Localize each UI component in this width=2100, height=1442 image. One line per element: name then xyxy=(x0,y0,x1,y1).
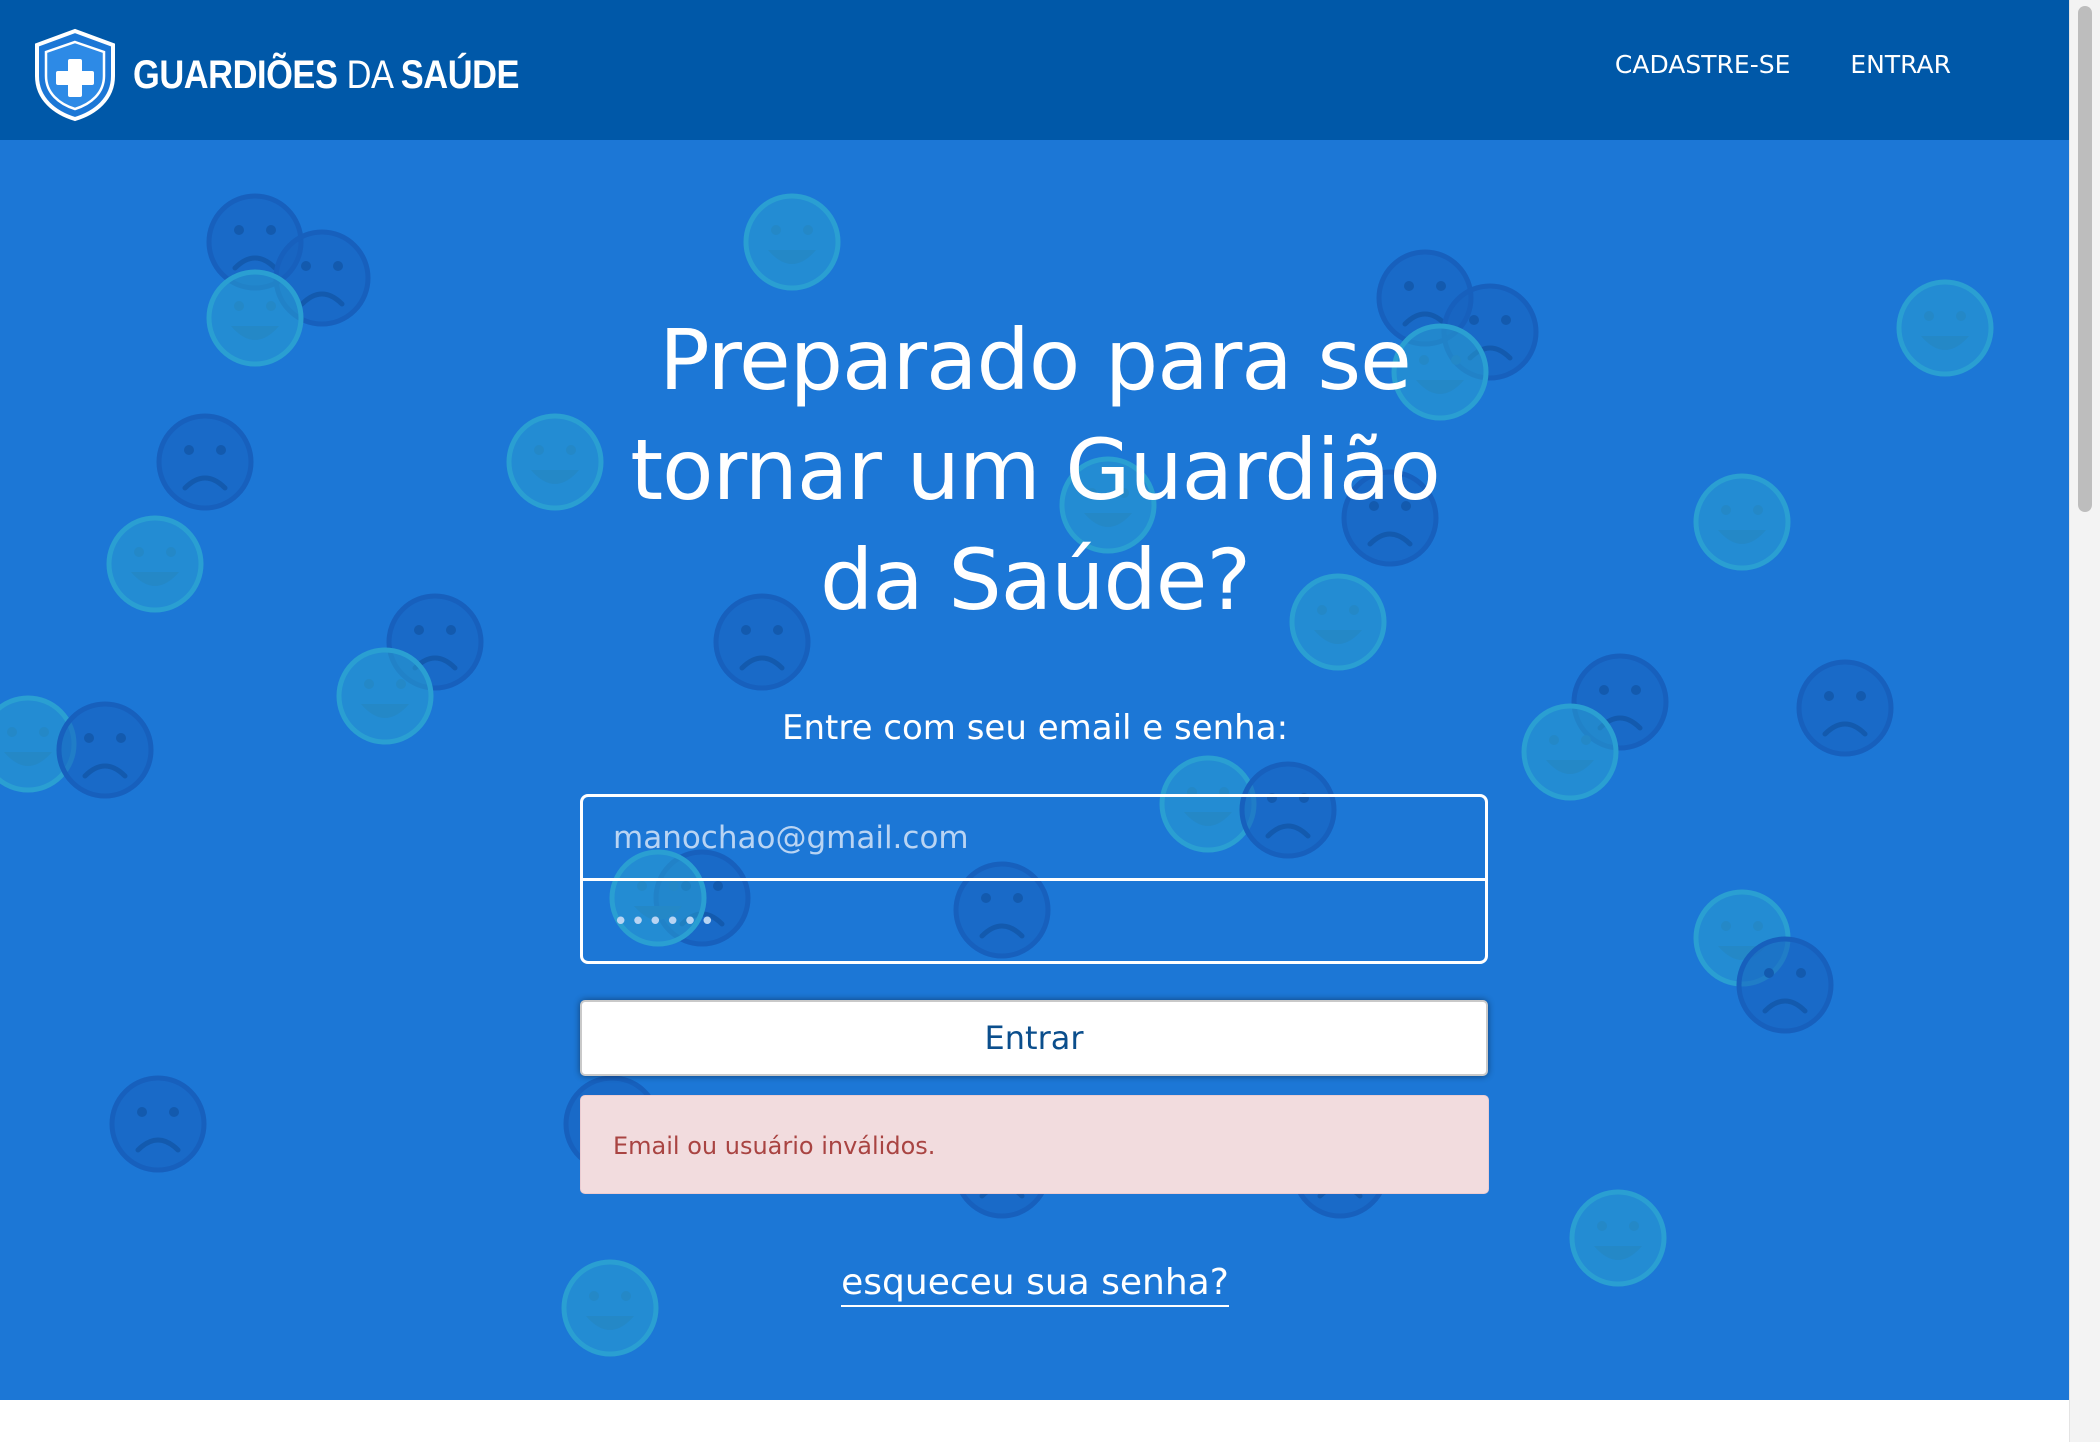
forgot-password-link[interactable]: esqueceu sua senha? xyxy=(841,1262,1229,1307)
navbar: GUARDIÕES DA SAÚDE CADASTRE-SE ENTRAR xyxy=(0,0,2069,140)
forgot-password: esqueceu sua senha? xyxy=(600,1262,1470,1307)
hero-section: Preparado para se tornar um Guardião da … xyxy=(0,140,2069,1400)
brand-logo[interactable]: GUARDIÕES DA SAÚDE xyxy=(31,28,582,122)
main-nav: CADASTRE-SE ENTRAR xyxy=(1555,50,1951,79)
login-panel: Preparado para se tornar um Guardião da … xyxy=(0,140,2069,1400)
error-message: Email ou usuário inválidos. xyxy=(613,1132,936,1160)
credentials-box xyxy=(580,794,1488,964)
login-instructions: Entre com seu email e senha: xyxy=(781,708,1289,748)
shield-plus-icon xyxy=(35,28,115,122)
email-field[interactable] xyxy=(583,797,1485,881)
scrollbar-thumb[interactable] xyxy=(2078,6,2092,512)
password-field[interactable] xyxy=(583,881,1485,961)
brand-name: GUARDIÕES DA SAÚDE xyxy=(133,52,520,97)
page-scrollbar[interactable] xyxy=(2069,0,2100,1442)
nav-link-cadastre-se[interactable]: CADASTRE-SE xyxy=(1615,50,1790,79)
below-fold-section xyxy=(0,1400,2069,1442)
page-title: Preparado para se tornar um Guardião da … xyxy=(630,311,1441,629)
nav-link-entrar[interactable]: ENTRAR xyxy=(1850,50,1951,79)
page: GUARDIÕES DA SAÚDE CADASTRE-SE ENTRAR Pr… xyxy=(0,0,2100,1442)
login-button[interactable]: Entrar xyxy=(580,1000,1488,1076)
error-alert: Email ou usuário inválidos. xyxy=(580,1095,1489,1194)
